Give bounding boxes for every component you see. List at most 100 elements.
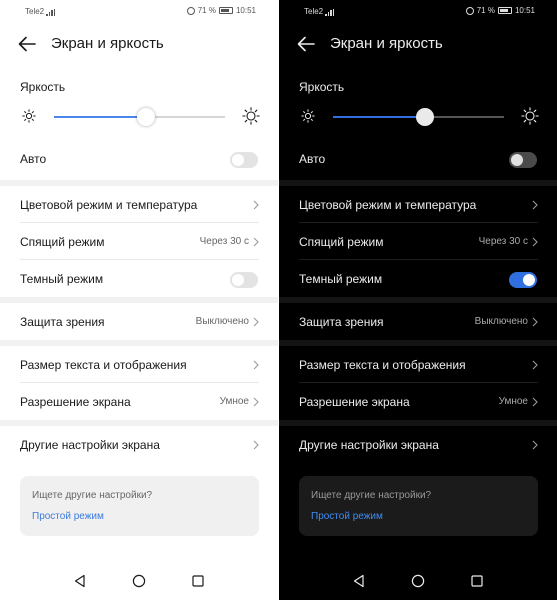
nav-recent-icon[interactable]: [470, 574, 484, 588]
nav-home-icon[interactable]: [411, 574, 425, 588]
slider-track[interactable]: [333, 108, 504, 126]
section-divider: [279, 180, 557, 186]
brightness-label: Яркость: [299, 80, 345, 94]
slider-fill: [333, 116, 426, 118]
clock: 10:51: [514, 6, 535, 15]
navigation-bar: [0, 562, 278, 600]
eye-protection-value: Выключено: [474, 316, 528, 327]
resolution-row[interactable]: Разрешение экрана Умное: [0, 384, 278, 420]
color-mode-label: Цветовой режим и температура: [299, 198, 477, 212]
sun-small-icon: [22, 109, 36, 123]
eye-protection-row[interactable]: Защита зрения Выключено: [0, 304, 278, 340]
slider-fill: [54, 116, 147, 118]
other-settings-label: Другие настройки экрана: [20, 438, 160, 452]
slider-thumb[interactable]: [416, 108, 435, 126]
eye-protection-label: Защита зрения: [20, 315, 105, 329]
simple-mode-link[interactable]: Простой режим: [32, 511, 104, 522]
sleep-row[interactable]: Спящий режим Через 30 с: [279, 224, 557, 260]
dark-mode-label: Темный режим: [299, 272, 383, 286]
chevron-right-icon: [532, 317, 538, 327]
section-divider: [0, 297, 278, 303]
nav-recent-icon[interactable]: [191, 574, 205, 588]
simple-mode-link[interactable]: Простой режим: [311, 511, 383, 522]
nav-home-icon[interactable]: [132, 574, 146, 588]
chevron-right-icon: [532, 397, 538, 407]
chevron-right-icon: [532, 360, 538, 370]
sleep-row[interactable]: Спящий режим Через 30 с: [0, 224, 278, 260]
status-bar: Tele2 71 % 10:51: [279, 0, 557, 22]
chevron-right-icon: [253, 317, 259, 327]
carrier-name: Tele2: [25, 7, 45, 16]
chevron-right-icon: [532, 440, 538, 450]
navigation-bar: [279, 562, 557, 600]
chevron-right-icon: [253, 360, 259, 370]
signal-icon: [46, 9, 56, 16]
back-arrow-icon[interactable]: [297, 36, 315, 52]
section-divider: [279, 340, 557, 346]
other-settings-label: Другие настройки экрана: [299, 438, 439, 452]
sleep-value: Через 30 с: [478, 236, 528, 247]
dark-mode-row[interactable]: Темный режим: [0, 261, 278, 297]
color-mode-row[interactable]: Цветовой режим и температура: [279, 187, 557, 223]
sleep-value: Через 30 с: [199, 236, 249, 247]
eye-protection-label: Защита зрения: [299, 315, 384, 329]
suggestion-question: Ищете другие настройки?: [311, 490, 432, 501]
nav-back-icon[interactable]: [352, 574, 366, 588]
battery-percent: 71 %: [197, 6, 216, 15]
dark-mode-toggle[interactable]: [509, 272, 537, 288]
text-size-row[interactable]: Размер текста и отображения: [0, 347, 278, 383]
auto-brightness-row[interactable]: Авто: [279, 141, 557, 177]
dark-mode-row[interactable]: Темный режим: [279, 261, 557, 297]
auto-label: Авто: [20, 152, 47, 166]
dark-mode-label: Темный режим: [20, 272, 104, 286]
battery-icon: [497, 7, 512, 14]
slider-track[interactable]: [54, 108, 225, 126]
resolution-value: Умное: [498, 396, 528, 407]
dark-mode-toggle[interactable]: [230, 272, 258, 288]
battery-percent: 71 %: [476, 6, 495, 15]
alarm-icon: [186, 6, 195, 15]
sleep-label: Спящий режим: [20, 235, 105, 249]
suggestion-card: Ищете другие настройки? Простой режим: [20, 476, 259, 536]
carrier-indicator: Tele2: [25, 7, 56, 16]
section-divider: [279, 297, 557, 303]
brightness-slider[interactable]: [0, 107, 278, 127]
resolution-row[interactable]: Разрешение экрана Умное: [279, 384, 557, 420]
text-size-label: Размер текста и отображения: [20, 358, 187, 372]
section-divider: [0, 180, 278, 186]
status-right: 71 % 10:51: [465, 6, 535, 15]
section-divider: [0, 420, 278, 426]
section-divider: [0, 340, 278, 346]
auto-label: Авто: [299, 152, 326, 166]
other-settings-row[interactable]: Другие настройки экрана: [279, 427, 557, 463]
other-settings-row[interactable]: Другие настройки экрана: [0, 427, 278, 463]
app-header: Экран и яркость: [279, 30, 557, 58]
back-arrow-icon[interactable]: [18, 36, 36, 52]
eye-protection-row[interactable]: Защита зрения Выключено: [279, 304, 557, 340]
brightness-slider[interactable]: [279, 107, 557, 127]
chevron-right-icon: [253, 440, 259, 450]
color-mode-label: Цветовой режим и температура: [20, 198, 198, 212]
color-mode-row[interactable]: Цветовой режим и температура: [0, 187, 278, 223]
auto-toggle[interactable]: [509, 152, 537, 168]
auto-toggle[interactable]: [230, 152, 258, 168]
nav-back-icon[interactable]: [73, 574, 87, 588]
text-size-row[interactable]: Размер текста и отображения: [279, 347, 557, 383]
page-title: Экран и яркость: [330, 35, 443, 52]
app-header: Экран и яркость: [0, 30, 278, 58]
signal-icon: [325, 9, 335, 16]
carrier-indicator: Tele2: [304, 7, 335, 16]
auto-brightness-row[interactable]: Авто: [0, 141, 278, 177]
eye-protection-value: Выключено: [195, 316, 249, 327]
suggestion-question: Ищете другие настройки?: [32, 490, 153, 501]
suggestion-card: Ищете другие настройки? Простой режим: [299, 476, 538, 536]
status-right: 71 % 10:51: [186, 6, 256, 15]
chevron-right-icon: [253, 237, 259, 247]
phone-screen-dark: Tele2 71 % 10:51 Экран и яркость Яркость: [279, 0, 557, 600]
sun-small-icon: [301, 109, 315, 123]
slider-thumb[interactable]: [137, 108, 156, 126]
text-size-label: Размер текста и отображения: [299, 358, 466, 372]
phone-screen-light: Tele2 71 % 10:51 Экран и яркость Яркость: [0, 0, 278, 600]
carrier-name: Tele2: [304, 7, 324, 16]
chevron-right-icon: [253, 397, 259, 407]
